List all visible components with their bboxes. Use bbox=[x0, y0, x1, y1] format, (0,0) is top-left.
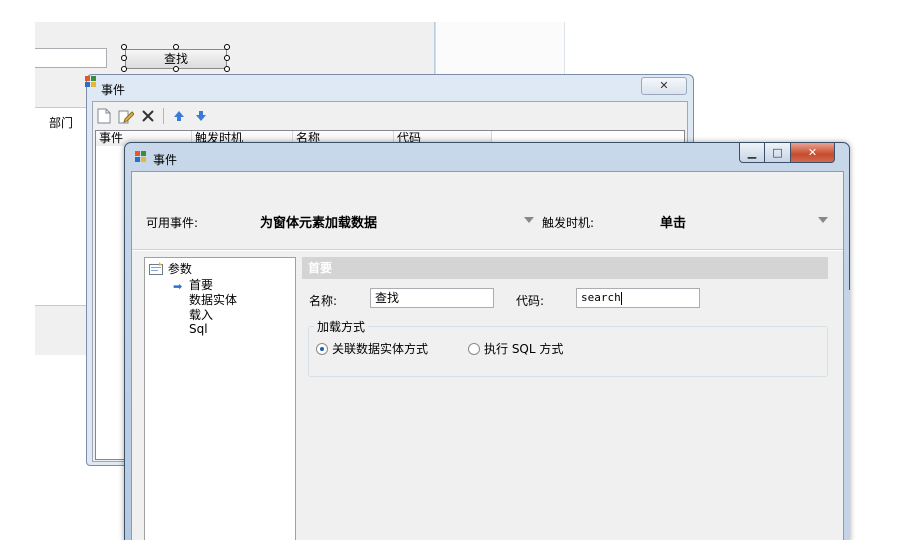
name-label: 名称: bbox=[309, 294, 338, 308]
available-events-value: 为窗体元素加载数据 bbox=[260, 216, 378, 231]
window-controls: ▁ □ ✕ bbox=[739, 143, 835, 163]
edit-icon[interactable] bbox=[117, 107, 135, 125]
panel-title: 首要 bbox=[302, 257, 828, 279]
trigger-value: 单击 bbox=[660, 216, 687, 231]
window-icon bbox=[135, 151, 147, 166]
window-edge-strip bbox=[844, 290, 850, 540]
resize-handle[interactable] bbox=[173, 66, 179, 72]
name-field[interactable]: 查找 bbox=[370, 288, 494, 308]
folder-properties-icon bbox=[149, 262, 163, 275]
available-events-label: 可用事件: bbox=[146, 216, 199, 230]
designer-grid-column bbox=[35, 108, 93, 306]
tree-root[interactable]: 参数 bbox=[149, 260, 192, 277]
dept-column-header: 部门 bbox=[49, 116, 74, 130]
move-down-icon[interactable] bbox=[192, 107, 210, 125]
selected-arrow-icon: ➡ bbox=[173, 280, 183, 293]
code-field[interactable]: search bbox=[576, 288, 700, 308]
event-editor-client: 可用事件: 为窗体元素加载数据 触发时机: 单击 参数 ➡ 首要 数据实体 载入… bbox=[131, 171, 844, 540]
move-up-icon[interactable] bbox=[170, 107, 188, 125]
resize-handle[interactable] bbox=[224, 55, 230, 61]
section-divider bbox=[132, 249, 843, 251]
resize-handle[interactable] bbox=[121, 66, 127, 72]
radio-sql-mode[interactable]: 执行 SQL 方式 bbox=[468, 340, 563, 357]
resize-handle[interactable] bbox=[224, 66, 230, 72]
parameter-tree[interactable]: 参数 ➡ 首要 数据实体 载入 Sql bbox=[144, 257, 296, 540]
close-button[interactable]: ✕ bbox=[791, 143, 835, 163]
trigger-label: 触发时机: bbox=[542, 216, 595, 230]
text-caret bbox=[620, 291, 622, 305]
minimize-icon: ▁ bbox=[747, 146, 757, 159]
radio-label: 关联数据实体方式 bbox=[332, 342, 429, 356]
tree-item-sql[interactable]: Sql bbox=[189, 322, 208, 336]
resize-handle[interactable] bbox=[173, 44, 179, 50]
window-title: 事件 bbox=[153, 153, 178, 167]
new-document-icon[interactable] bbox=[95, 107, 113, 125]
load-mode-title: 加载方式 bbox=[314, 318, 369, 335]
window-icon bbox=[85, 76, 97, 91]
name-value: 查找 bbox=[375, 291, 400, 305]
available-events-combo[interactable]: 为窗体元素加载数据 bbox=[256, 207, 538, 233]
tree-root-label: 参数 bbox=[167, 262, 192, 276]
event-editor-window: 事件 ▁ □ ✕ 可用事件: 为窗体元素加载数据 触发时机: 单击 参数 ➡ 首… bbox=[124, 142, 850, 540]
maximize-icon: □ bbox=[772, 146, 783, 159]
radio-label: 执行 SQL 方式 bbox=[484, 342, 564, 356]
code-value: search bbox=[581, 291, 621, 304]
radio-unselected-icon bbox=[468, 342, 480, 355]
resize-handle[interactable] bbox=[224, 44, 230, 50]
close-icon: ✕ bbox=[807, 146, 818, 159]
radio-entity-mode[interactable]: 关联数据实体方式 bbox=[316, 340, 428, 357]
window-title: 事件 bbox=[101, 83, 126, 97]
close-button[interactable]: ✕ bbox=[641, 77, 687, 95]
chevron-down-icon[interactable] bbox=[818, 217, 828, 223]
resize-handle[interactable] bbox=[121, 44, 127, 50]
tree-item-load[interactable]: 载入 bbox=[189, 306, 213, 323]
delete-x-icon[interactable] bbox=[139, 107, 157, 125]
maximize-button[interactable]: □ bbox=[765, 143, 791, 163]
code-label: 代码: bbox=[516, 294, 545, 308]
designer-text-input[interactable] bbox=[35, 48, 107, 68]
minimize-button[interactable]: ▁ bbox=[739, 143, 765, 163]
event-toolbar bbox=[95, 104, 210, 128]
chevron-down-icon[interactable] bbox=[524, 217, 534, 223]
close-icon: ✕ bbox=[659, 79, 669, 92]
toolbar-separator bbox=[163, 108, 164, 124]
trigger-combo[interactable]: 单击 bbox=[656, 207, 832, 233]
resize-handle[interactable] bbox=[121, 55, 127, 61]
radio-selected-icon bbox=[316, 342, 328, 355]
